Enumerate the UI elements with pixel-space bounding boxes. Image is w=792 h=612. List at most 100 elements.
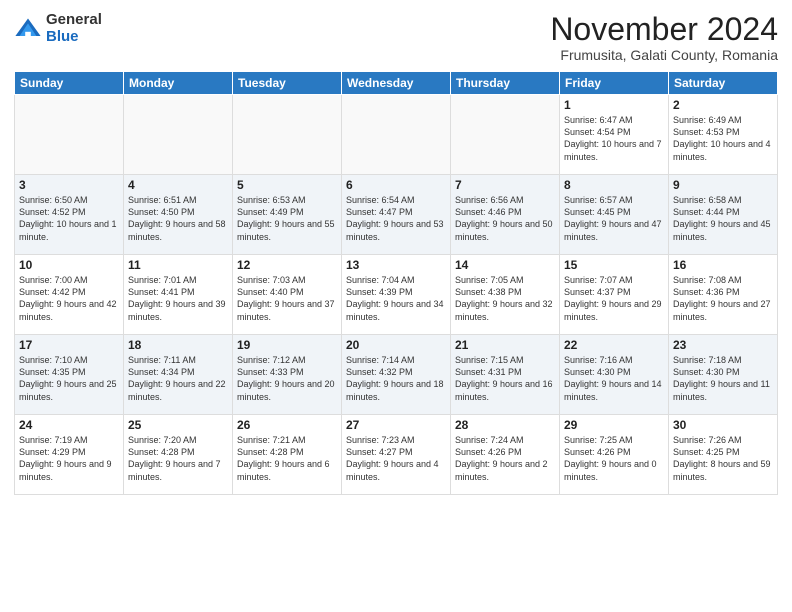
calendar-cell: 7 Sunrise: 6:56 AM Sunset: 4:46 PM Daylig…: [451, 175, 560, 255]
day-info: Sunrise: 6:53 AM Sunset: 4:49 PM Dayligh…: [237, 194, 337, 243]
day-info: Sunrise: 7:14 AM Sunset: 4:32 PM Dayligh…: [346, 354, 446, 403]
calendar-cell: 17 Sunrise: 7:10 AM Sunset: 4:35 PM Dayli…: [15, 335, 124, 415]
calendar-cell: [342, 95, 451, 175]
col-header-saturday: Saturday: [669, 72, 778, 95]
day-number: 14: [455, 258, 555, 272]
page-container: General Blue November 2024 Frumusita, Ga…: [0, 0, 792, 612]
calendar-cell: 14Sunrise: 7:05 AM Sunset: 4:38 PM Dayli…: [451, 255, 560, 335]
day-number: 2: [673, 98, 773, 112]
calendar-cell: 10Sunrise: 7:00 AM Sunset: 4:42 PM Dayli…: [15, 255, 124, 335]
col-header-friday: Friday: [560, 72, 669, 95]
title-block: November 2024 Frumusita, Galati County, …: [550, 12, 778, 63]
calendar-cell: 5Sunrise: 6:53 AM Sunset: 4:49 PM Daylig…: [233, 175, 342, 255]
day-info: Sunrise: 7:25 AM Sunset: 4:26 PM Dayligh…: [564, 434, 664, 483]
logo-icon: [14, 15, 42, 43]
day-info: Sunrise: 7:26 AM Sunset: 4:25 PM Dayligh…: [673, 434, 773, 483]
day-number: 8: [564, 178, 664, 192]
calendar-cell: 3Sunrise: 6:50 AM Sunset: 4:52 PM Daylig…: [15, 175, 124, 255]
day-info: Sunrise: 7:15 AM Sunset: 4:31 PM Dayligh…: [455, 354, 555, 403]
calendar-cell: 30 Sunrise: 7:26 AM Sunset: 4:25 PM Dayli…: [669, 415, 778, 495]
day-info: Sunrise: 7:12 AM Sunset: 4:33 PM Dayligh…: [237, 354, 337, 403]
col-header-wednesday: Wednesday: [342, 72, 451, 95]
day-info: Sunrise: 6:50 AM Sunset: 4:52 PM Dayligh…: [19, 194, 119, 243]
calendar-cell: 8 Sunrise: 6:57 AM Sunset: 4:45 PM Daylig…: [560, 175, 669, 255]
calendar-cell: 4 Sunrise: 6:51 AM Sunset: 4:50 PM Daylig…: [124, 175, 233, 255]
calendar-header-row: Sunday Monday Tuesday Wednesday Thursday…: [15, 72, 778, 95]
day-number: 6: [346, 178, 446, 192]
day-number: 9: [673, 178, 773, 192]
day-number: 11: [128, 258, 228, 272]
location: Frumusita, Galati County, Romania: [550, 47, 778, 63]
day-info: Sunrise: 6:56 AM Sunset: 4:46 PM Dayligh…: [455, 194, 555, 243]
calendar-cell: 16Sunrise: 7:08 AM Sunset: 4:36 PM Dayli…: [669, 255, 778, 335]
day-number: 4: [128, 178, 228, 192]
day-number: 22: [564, 338, 664, 352]
day-info: Sunrise: 7:21 AM Sunset: 4:28 PM Dayligh…: [237, 434, 337, 483]
day-info: Sunrise: 7:08 AM Sunset: 4:36 PM Dayligh…: [673, 274, 773, 323]
day-info: Sunrise: 7:11 AM Sunset: 4:34 PM Dayligh…: [128, 354, 228, 403]
day-info: Sunrise: 7:10 AM Sunset: 4:35 PM Dayligh…: [19, 354, 119, 403]
calendar-cell: [15, 95, 124, 175]
calendar-cell: [233, 95, 342, 175]
calendar-cell: 24Sunrise: 7:19 AM Sunset: 4:29 PM Dayli…: [15, 415, 124, 495]
day-info: Sunrise: 7:07 AM Sunset: 4:37 PM Dayligh…: [564, 274, 664, 323]
page-header: General Blue November 2024 Frumusita, Ga…: [14, 12, 778, 63]
calendar-week-row: 10Sunrise: 7:00 AM Sunset: 4:42 PM Dayli…: [15, 255, 778, 335]
day-number: 25: [128, 418, 228, 432]
day-info: Sunrise: 6:51 AM Sunset: 4:50 PM Dayligh…: [128, 194, 228, 243]
logo: General Blue: [14, 12, 102, 45]
day-number: 12: [237, 258, 337, 272]
col-header-thursday: Thursday: [451, 72, 560, 95]
day-number: 28: [455, 418, 555, 432]
day-number: 27: [346, 418, 446, 432]
day-number: 17: [19, 338, 119, 352]
day-info: Sunrise: 6:57 AM Sunset: 4:45 PM Dayligh…: [564, 194, 664, 243]
logo-blue: Blue: [46, 29, 102, 46]
calendar-cell: 25 Sunrise: 7:20 AM Sunset: 4:28 PM Dayli…: [124, 415, 233, 495]
calendar-cell: 9 Sunrise: 6:58 AM Sunset: 4:44 PM Daylig…: [669, 175, 778, 255]
logo-text: General Blue: [46, 12, 102, 45]
day-info: Sunrise: 7:18 AM Sunset: 4:30 PM Dayligh…: [673, 354, 773, 403]
day-number: 13: [346, 258, 446, 272]
calendar-cell: 28 Sunrise: 7:24 AM Sunset: 4:26 PM Dayli…: [451, 415, 560, 495]
col-header-tuesday: Tuesday: [233, 72, 342, 95]
day-info: Sunrise: 7:03 AM Sunset: 4:40 PM Dayligh…: [237, 274, 337, 323]
calendar-cell: 1 Sunrise: 6:47 AM Sunset: 4:54 PM Daylig…: [560, 95, 669, 175]
day-info: Sunrise: 7:16 AM Sunset: 4:30 PM Dayligh…: [564, 354, 664, 403]
day-number: 10: [19, 258, 119, 272]
logo-general: General: [46, 12, 102, 29]
calendar-cell: 27Sunrise: 7:23 AM Sunset: 4:27 PM Dayli…: [342, 415, 451, 495]
day-number: 30: [673, 418, 773, 432]
day-info: Sunrise: 6:58 AM Sunset: 4:44 PM Dayligh…: [673, 194, 773, 243]
col-header-monday: Monday: [124, 72, 233, 95]
day-info: Sunrise: 6:47 AM Sunset: 4:54 PM Dayligh…: [564, 114, 664, 163]
day-number: 29: [564, 418, 664, 432]
col-header-sunday: Sunday: [15, 72, 124, 95]
day-number: 1: [564, 98, 664, 112]
day-info: Sunrise: 7:04 AM Sunset: 4:39 PM Dayligh…: [346, 274, 446, 323]
day-info: Sunrise: 6:49 AM Sunset: 4:53 PM Dayligh…: [673, 114, 773, 163]
calendar-week-row: 3Sunrise: 6:50 AM Sunset: 4:52 PM Daylig…: [15, 175, 778, 255]
calendar-week-row: 1 Sunrise: 6:47 AM Sunset: 4:54 PM Daylig…: [15, 95, 778, 175]
day-number: 24: [19, 418, 119, 432]
day-info: Sunrise: 7:01 AM Sunset: 4:41 PM Dayligh…: [128, 274, 228, 323]
calendar-cell: 18Sunrise: 7:11 AM Sunset: 4:34 PM Dayli…: [124, 335, 233, 415]
calendar-cell: 26 Sunrise: 7:21 AM Sunset: 4:28 PM Dayli…: [233, 415, 342, 495]
calendar-cell: 23 Sunrise: 7:18 AM Sunset: 4:30 PM Dayli…: [669, 335, 778, 415]
day-info: Sunrise: 7:24 AM Sunset: 4:26 PM Dayligh…: [455, 434, 555, 483]
day-number: 7: [455, 178, 555, 192]
calendar-cell: 29 Sunrise: 7:25 AM Sunset: 4:26 PM Dayli…: [560, 415, 669, 495]
day-info: Sunrise: 6:54 AM Sunset: 4:47 PM Dayligh…: [346, 194, 446, 243]
day-info: Sunrise: 7:20 AM Sunset: 4:28 PM Dayligh…: [128, 434, 228, 483]
calendar-week-row: 24Sunrise: 7:19 AM Sunset: 4:29 PM Dayli…: [15, 415, 778, 495]
day-number: 26: [237, 418, 337, 432]
calendar-cell: 12 Sunrise: 7:03 AM Sunset: 4:40 PM Dayli…: [233, 255, 342, 335]
calendar-cell: 19Sunrise: 7:12 AM Sunset: 4:33 PM Dayli…: [233, 335, 342, 415]
calendar-cell: [451, 95, 560, 175]
day-number: 23: [673, 338, 773, 352]
calendar-cell: 20Sunrise: 7:14 AM Sunset: 4:32 PM Dayli…: [342, 335, 451, 415]
calendar-cell: 11 Sunrise: 7:01 AM Sunset: 4:41 PM Dayli…: [124, 255, 233, 335]
day-number: 21: [455, 338, 555, 352]
calendar-cell: 22 Sunrise: 7:16 AM Sunset: 4:30 PM Dayli…: [560, 335, 669, 415]
calendar-cell: [124, 95, 233, 175]
